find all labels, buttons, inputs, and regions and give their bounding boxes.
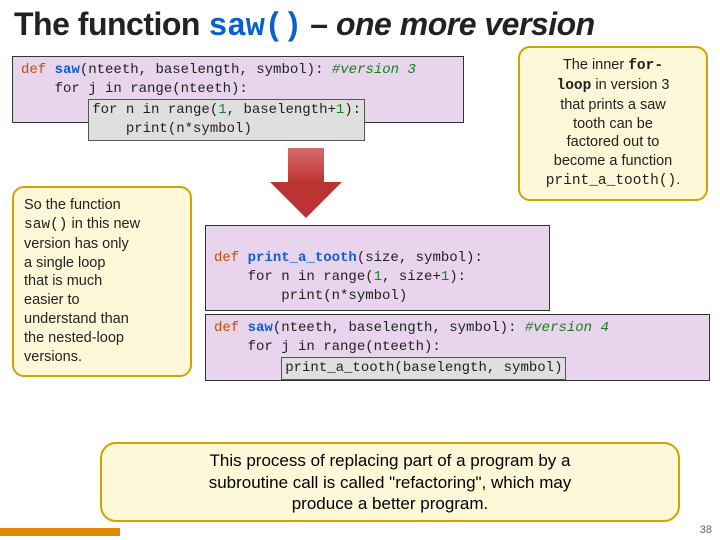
cr-1b: for- bbox=[628, 58, 663, 74]
v4-comment: #version 4 bbox=[525, 320, 609, 336]
cl-8: the nested-loop bbox=[24, 330, 124, 346]
callout-bottom: This process of replacing part of a prog… bbox=[100, 442, 680, 522]
title-italic: one more version bbox=[336, 6, 595, 42]
cl-5: that is much bbox=[24, 273, 102, 289]
pat-2c: , size+ bbox=[382, 269, 441, 285]
cl-1: So the function bbox=[24, 197, 121, 213]
v4-kw: def bbox=[214, 320, 248, 336]
title-fn: saw() bbox=[208, 8, 302, 45]
pat-3: print(n*symbol) bbox=[214, 288, 407, 304]
title-pre: The function bbox=[14, 6, 208, 42]
v4-for: for j in range(nteeth): bbox=[214, 338, 701, 357]
pat-2d: 1 bbox=[441, 269, 449, 285]
v4-params: (nteeth, baselength, symbol): bbox=[273, 320, 525, 336]
cl-4: a single loop bbox=[24, 255, 105, 271]
code-v4: def saw(nteeth, baselength, symbol): #ve… bbox=[205, 314, 710, 381]
cr-1: The inner bbox=[563, 57, 628, 73]
code-params: (nteeth, baselength, symbol): bbox=[80, 62, 332, 78]
pat-2b: 1 bbox=[374, 269, 382, 285]
code-highlight-call: print_a_tooth(baselength, symbol) bbox=[281, 357, 566, 380]
cl-7: understand than bbox=[24, 311, 129, 327]
accent-stripe bbox=[0, 528, 120, 536]
cl-2b: in this new bbox=[68, 216, 141, 232]
v4-fn: saw bbox=[248, 320, 273, 336]
pat-fn: print_a_tooth bbox=[248, 250, 357, 266]
cr-3: that prints a saw bbox=[560, 97, 666, 113]
cl-3: version has only bbox=[24, 236, 129, 252]
hl-a: for n in range( bbox=[92, 102, 218, 118]
callout-left: So the function saw() in this new versio… bbox=[12, 186, 192, 377]
kw-def: def bbox=[21, 62, 55, 78]
cr-7: print_a_tooth() bbox=[546, 173, 677, 189]
hl-b: 1 bbox=[218, 102, 226, 118]
cr-4: tooth can be bbox=[573, 116, 653, 132]
cl-2: saw() bbox=[24, 217, 68, 233]
comment-v3: #version 3 bbox=[332, 62, 416, 78]
cr-7b: . bbox=[676, 172, 680, 188]
bot-3: produce a better program. bbox=[292, 494, 489, 513]
pat-2e: ): bbox=[449, 269, 466, 285]
code-outer-for: for j in range(nteeth): bbox=[21, 80, 455, 99]
slide-title: The function saw() – one more version bbox=[0, 0, 720, 47]
cr-6: become a function bbox=[554, 153, 673, 169]
hl-c: , baselength+ bbox=[227, 102, 336, 118]
cl-9: versions. bbox=[24, 349, 82, 365]
pat-kw: def bbox=[214, 250, 248, 266]
pat-2a: for n in range( bbox=[214, 269, 374, 285]
bot-1: This process of replacing part of a prog… bbox=[210, 451, 571, 470]
code-v3: def saw(nteeth, baselength, symbol): #ve… bbox=[12, 56, 464, 123]
page-number: 38 bbox=[700, 524, 712, 536]
cl-6: easier to bbox=[24, 292, 80, 308]
pat-params: (size, symbol): bbox=[357, 250, 483, 266]
cr-2b: in version 3 bbox=[591, 77, 669, 93]
hl-f: print(n*symbol) bbox=[92, 121, 252, 137]
cr-5: factored out to bbox=[567, 134, 660, 150]
code-highlight-inner: for n in range(1, baselength+1): print(n… bbox=[88, 99, 365, 141]
v4-call: print_a_tooth(baselength, symbol) bbox=[285, 360, 562, 376]
code-print-a-tooth: def print_a_tooth(size, symbol): for n i… bbox=[205, 225, 550, 311]
callout-right: The inner for- loop in version 3 that pr… bbox=[518, 46, 708, 201]
title-dash: – bbox=[302, 6, 336, 42]
hl-e: ): bbox=[344, 102, 361, 118]
fn-saw: saw bbox=[55, 62, 80, 78]
bot-2: subroutine call is called "refactoring",… bbox=[209, 473, 572, 492]
cr-2a: loop bbox=[557, 78, 592, 94]
